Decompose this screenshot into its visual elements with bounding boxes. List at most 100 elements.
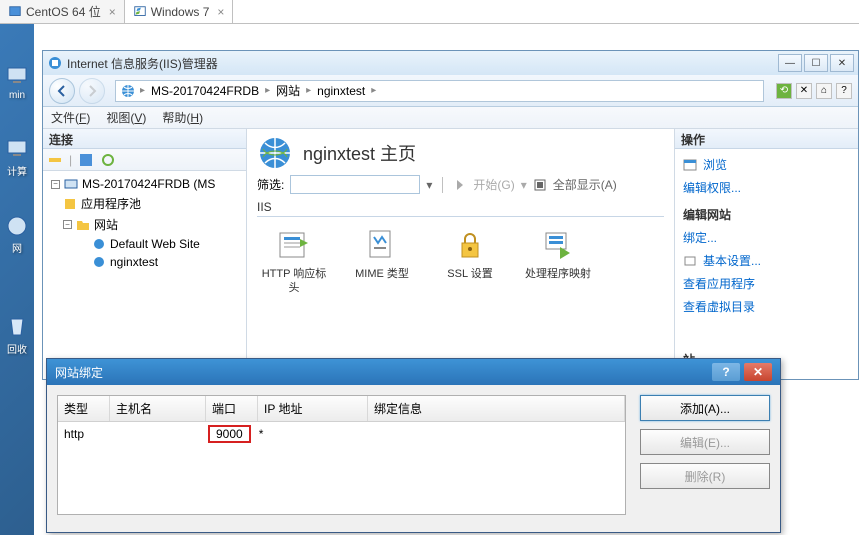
site-bindings-dialog: 网站绑定 ? ✕ 类型 主机名 端口 IP 地址 绑定信息 http 9000 … [46, 358, 781, 533]
bindings-table[interactable]: 类型 主机名 端口 IP 地址 绑定信息 http 9000 * [57, 395, 626, 515]
add-button[interactable]: 添加(A)... [640, 395, 770, 421]
menu-bar: 文件(F) 视图(V) 帮助(H) [43, 107, 858, 129]
menu-file[interactable]: 文件(F) [51, 109, 90, 126]
network-icon [5, 214, 29, 238]
col-type[interactable]: 类型 [58, 396, 110, 421]
vm-icon [133, 5, 147, 19]
collapse-icon[interactable]: − [63, 220, 72, 229]
separator [442, 177, 443, 193]
forward-button[interactable] [79, 78, 105, 104]
dropdown-icon[interactable]: ▾ [426, 178, 432, 192]
tree-label: MS-20170424FRDB (MS [82, 177, 215, 191]
handler-icon [540, 227, 576, 263]
desktop-icon-label: 回收 [2, 341, 32, 356]
edit-button[interactable]: 编辑(E)... [640, 429, 770, 455]
arrow-right-icon [85, 84, 99, 98]
action-label: 浏览 [703, 156, 727, 173]
home-button[interactable]: ⌂ [816, 83, 832, 99]
titlebar[interactable]: Internet 信息服务(IIS)管理器 — ☐ ✕ [43, 51, 858, 75]
table-header-row: 类型 主机名 端口 IP 地址 绑定信息 [58, 396, 625, 422]
action-label: 编辑权限... [683, 179, 741, 196]
menu-view[interactable]: 视图(V) [106, 109, 146, 126]
start-label: 开始(G) [473, 176, 514, 193]
recycle-icon [5, 315, 29, 339]
feature-mime[interactable]: MIME 类型 [347, 227, 417, 296]
menu-help[interactable]: 帮助(H) [162, 109, 203, 126]
breadcrumb-item[interactable]: 网站 [274, 82, 302, 99]
col-port[interactable]: 端口 [206, 396, 258, 421]
dropdown-icon[interactable]: ▾ [521, 178, 527, 192]
col-ip[interactable]: IP 地址 [258, 396, 368, 421]
action-edit-permissions[interactable]: 编辑权限... [683, 176, 850, 199]
col-host[interactable]: 主机名 [110, 396, 206, 421]
tree-node-nginxtest[interactable]: + nginxtest [47, 253, 242, 271]
tree-node-server[interactable]: − MS-20170424FRDB (MS [47, 175, 242, 193]
breadcrumb-item[interactable]: nginxtest [315, 84, 367, 98]
action-view-vdirs[interactable]: 查看虚拟目录 [683, 295, 850, 318]
desktop-icon[interactable]: 计算 [2, 137, 32, 178]
maximize-button[interactable]: ☐ [804, 54, 828, 72]
navigation-bar: ▸ MS-20170424FRDB ▸ 网站 ▸ nginxtest ▸ ⟲ ✕… [43, 75, 858, 107]
page-title: nginxtest 主页 [303, 140, 416, 166]
vm-tab-label: Windows 7 [151, 5, 210, 19]
close-button[interactable]: ✕ [830, 54, 854, 72]
desktop-background: min 计算 网 回收 [0, 24, 34, 535]
feature-label: MIME 类型 [347, 267, 417, 281]
table-row[interactable]: http 9000 * [58, 422, 625, 446]
refresh-button[interactable]: ⟲ [776, 83, 792, 99]
desktop-icon[interactable]: 网 [2, 214, 32, 255]
dialog-titlebar[interactable]: 网站绑定 ? ✕ [47, 359, 780, 385]
save-icon[interactable] [78, 152, 94, 168]
feature-http-headers[interactable]: HTTP 响应标头 [259, 227, 329, 296]
close-icon[interactable]: × [109, 5, 116, 19]
action-basic-settings[interactable]: 基本设置... [683, 249, 850, 272]
feature-label: HTTP 响应标头 [259, 267, 329, 296]
tree-label: 网站 [94, 216, 118, 233]
desktop-icon-label: 计算 [2, 163, 32, 178]
desktop-icon[interactable]: 回收 [2, 315, 32, 356]
vm-tab-label: CentOS 64 位 [26, 3, 101, 20]
action-browse[interactable]: 浏览 [683, 153, 850, 176]
desktop-icon[interactable]: min [2, 64, 32, 101]
cell-type: http [58, 425, 110, 443]
desktop-icon-label: min [2, 90, 32, 101]
cell-ip: * [253, 425, 353, 443]
vm-tab-windows[interactable]: Windows 7 × [125, 0, 234, 23]
dialog-close-button[interactable]: ✕ [744, 363, 772, 381]
close-icon[interactable]: × [217, 5, 224, 19]
feature-ssl[interactable]: SSL 设置 [435, 227, 505, 296]
breadcrumb[interactable]: ▸ MS-20170424FRDB ▸ 网站 ▸ nginxtest ▸ [115, 80, 764, 102]
refresh-icon[interactable] [100, 152, 116, 168]
col-info[interactable]: 绑定信息 [368, 396, 625, 421]
remove-button[interactable]: 删除(R) [640, 463, 770, 489]
connections-tree: − MS-20170424FRDB (MS 应用程序池 − 网站 + Defau… [43, 171, 246, 275]
feature-label: SSL 设置 [435, 267, 505, 281]
feature-handler-mappings[interactable]: 处理程序映射 [523, 227, 593, 296]
connections-toolbar: | [43, 149, 246, 171]
action-group-edit-site: 编辑网站 [683, 203, 850, 226]
showall-label[interactable]: 全部显示(A) [553, 176, 617, 193]
tree-node-defaultsite[interactable]: + Default Web Site [47, 235, 242, 253]
server-icon [64, 177, 78, 191]
connect-icon[interactable] [47, 152, 63, 168]
globe-icon [257, 135, 293, 171]
browse-icon [683, 158, 697, 172]
stop-button[interactable]: ✕ [796, 83, 812, 99]
tree-node-apppools[interactable]: 应用程序池 [47, 193, 242, 214]
filter-input[interactable] [290, 175, 420, 194]
collapse-icon[interactable]: − [51, 180, 60, 189]
back-button[interactable] [49, 78, 75, 104]
vm-icon [8, 5, 22, 19]
computer-icon [5, 137, 29, 161]
action-bindings[interactable]: 绑定... [683, 226, 850, 249]
minimize-button[interactable]: — [778, 54, 802, 72]
help-button[interactable]: ? [836, 83, 852, 99]
breadcrumb-item[interactable]: MS-20170424FRDB [149, 84, 261, 98]
cell-port-highlighted: 9000 [208, 425, 251, 443]
dialog-help-button[interactable]: ? [712, 363, 740, 381]
vm-tab-centos[interactable]: CentOS 64 位 × [0, 0, 125, 23]
apppool-icon [63, 197, 77, 211]
tree-node-sites[interactable]: − 网站 [47, 214, 242, 235]
action-view-apps[interactable]: 查看应用程序 [683, 272, 850, 295]
connections-panel: 连接 | − MS-20170424FRDB (MS 应用程序池 − [43, 129, 247, 379]
